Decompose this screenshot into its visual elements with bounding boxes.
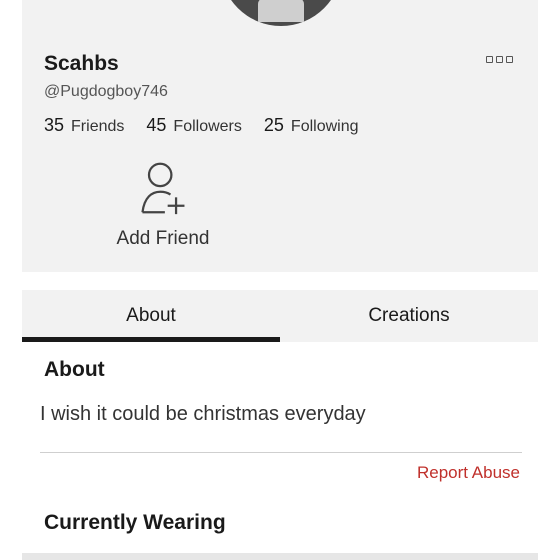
profile-page: Scahbs @Pugdogboy746 35 Friends 45 Follo… xyxy=(0,0,560,560)
more-options-icon xyxy=(485,55,493,63)
about-heading: About xyxy=(44,358,105,381)
avatar-body xyxy=(258,0,304,22)
profile-tabs: About Creations xyxy=(22,290,538,342)
tab-about[interactable]: About xyxy=(22,290,280,342)
stat-count: 25 xyxy=(263,115,284,135)
stat-count: 35 xyxy=(44,115,65,135)
tab-creations[interactable]: Creations xyxy=(280,290,538,342)
username: @Pugdogboy746 xyxy=(44,83,168,100)
profile-stats: 35 Friends 45 Followers 25 Following xyxy=(44,115,381,136)
avatar[interactable] xyxy=(220,0,342,26)
add-friend-label: Add Friend xyxy=(116,228,210,249)
stat-count: 45 xyxy=(146,115,167,135)
add-friend-button[interactable]: Add Friend xyxy=(108,160,218,250)
stat-friends[interactable]: 35 Friends xyxy=(44,115,124,136)
stat-followers[interactable]: 45 Followers xyxy=(146,115,242,136)
stat-label: Following xyxy=(290,118,359,135)
about-text: I wish it could be christmas everyday xyxy=(40,403,366,425)
profile-header-card: Scahbs @Pugdogboy746 35 Friends 45 Follo… xyxy=(22,0,538,272)
add-friend-icon xyxy=(141,162,185,215)
divider xyxy=(40,452,522,453)
stat-following[interactable]: 25 Following xyxy=(264,115,359,136)
more-options-button[interactable] xyxy=(484,54,514,64)
wearing-section-strip xyxy=(22,553,538,560)
display-name: Scahbs xyxy=(44,52,119,75)
report-abuse-link[interactable]: Report Abuse xyxy=(417,463,520,483)
stat-label: Followers xyxy=(173,118,242,135)
more-options-icon xyxy=(495,55,503,63)
currently-wearing-heading: Currently Wearing xyxy=(44,511,226,534)
more-options-icon xyxy=(505,55,513,63)
stat-label: Friends xyxy=(71,118,125,135)
